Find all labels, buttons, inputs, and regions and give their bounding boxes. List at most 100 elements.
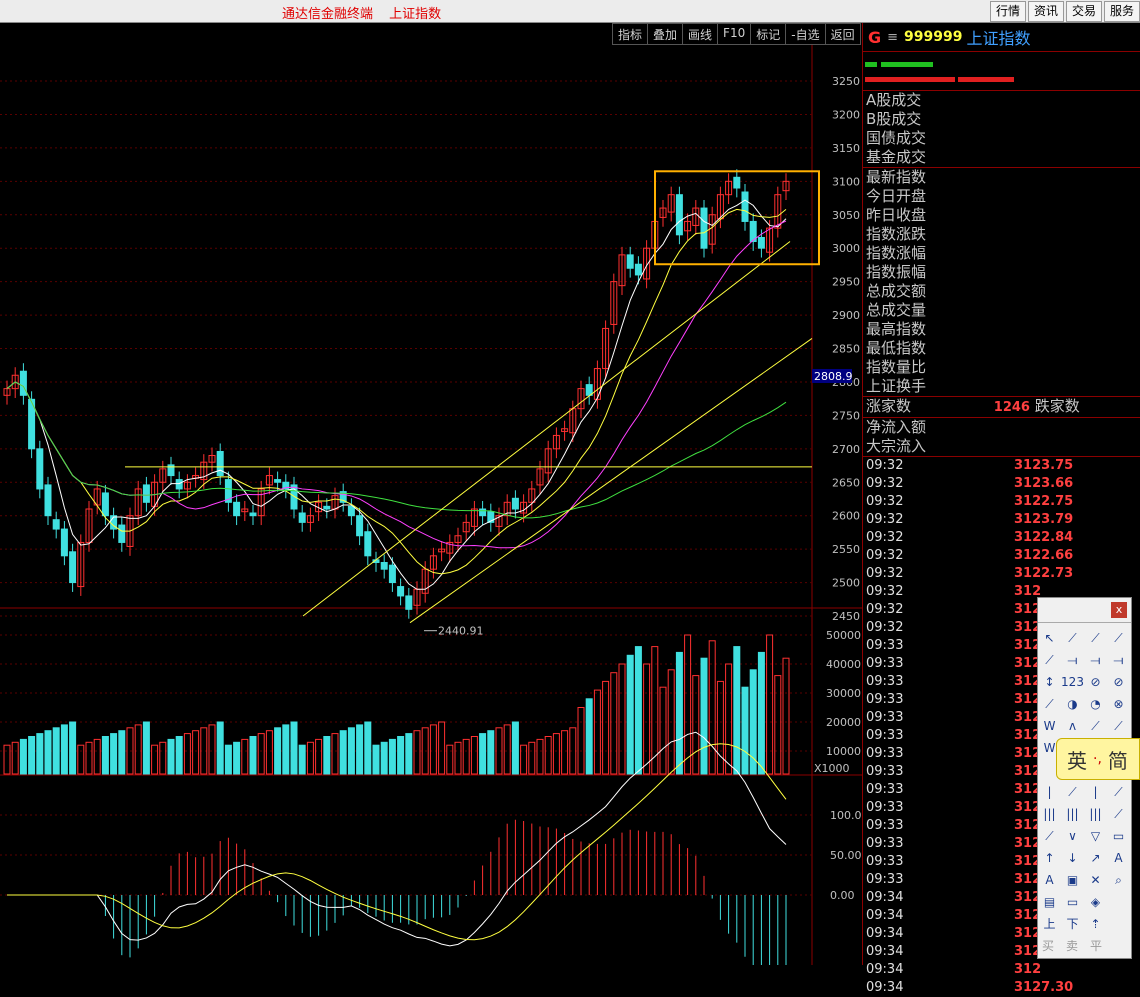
volume-bar: [380, 741, 388, 775]
draw-tool-icon[interactable]: ▭: [1061, 891, 1084, 913]
candle-body: [118, 524, 126, 543]
draw-tool-icon[interactable]: ⟋: [1038, 693, 1061, 715]
trade-tool-label[interactable]: 平: [1090, 937, 1102, 954]
draw-tool-icon[interactable]: 上: [1038, 913, 1061, 935]
toolbar-button[interactable]: F10: [717, 23, 751, 45]
draw-tool-icon[interactable]: ⟋: [1038, 825, 1061, 847]
draw-tool-icon[interactable]: A: [1107, 847, 1130, 869]
draw-tool-icon[interactable]: ⟋: [1107, 803, 1130, 825]
draw-tool-icon[interactable]: ⟋: [1084, 627, 1107, 649]
draw-tool-icon[interactable]: 123: [1061, 671, 1084, 693]
draw-tool-icon[interactable]: ↕: [1038, 671, 1061, 693]
draw-tool-icon[interactable]: A: [1038, 869, 1061, 891]
toolbar-button[interactable]: 叠加: [647, 23, 683, 45]
draw-tool-icon[interactable]: ∨: [1061, 825, 1084, 847]
volume-bar: [487, 730, 495, 775]
draw-tool-icon[interactable]: ⟋: [1107, 715, 1130, 737]
draw-tool-icon[interactable]: ⇡: [1084, 913, 1107, 935]
tick-row: 09:32 3123.75: [863, 457, 1140, 475]
draw-tool-icon[interactable]: ⊘: [1084, 671, 1107, 693]
draw-tool-icon[interactable]: ↑: [1038, 847, 1061, 869]
draw-tool-icon[interactable]: ⟋: [1061, 781, 1084, 803]
ime-punct[interactable]: ·,: [1093, 751, 1102, 767]
tick-row: 09:32 3122.66: [863, 547, 1140, 565]
ime-mode[interactable]: 简: [1108, 745, 1128, 774]
draw-tool-icon[interactable]: ⊘: [1107, 671, 1130, 693]
draw-tool-icon[interactable]: ⟋: [1038, 649, 1061, 671]
top-menu-button[interactable]: 服务: [1103, 1, 1140, 22]
draw-tool-icon[interactable]: |||: [1084, 803, 1107, 825]
draw-tool-icon[interactable]: |||: [1038, 803, 1061, 825]
draw-tool-icon[interactable]: ◔: [1084, 693, 1107, 715]
draw-tool-icon[interactable]: ◈: [1084, 891, 1107, 913]
tick-time: 09:32: [866, 458, 904, 473]
kline-chart[interactable]: 3250320031503100305030002950290028502800…: [0, 45, 862, 997]
draw-tool-icon[interactable]: ⊗: [1107, 693, 1130, 715]
top-menu-button[interactable]: 行情: [989, 1, 1026, 22]
volume-bar: [290, 721, 298, 775]
menu-icon[interactable]: ≡: [887, 30, 898, 45]
palette-bottom: 买卖平: [1042, 937, 1102, 954]
draw-tool-icon[interactable]: W: [1038, 715, 1061, 737]
volume-bar: [282, 724, 290, 775]
draw-tool-icon[interactable]: 下: [1061, 913, 1084, 935]
volume-bar: [774, 675, 782, 775]
price-tick-label: 2900: [832, 309, 860, 322]
tick-row: 09:32 3122.75: [863, 493, 1140, 511]
draw-tool-icon[interactable]: ✕: [1084, 869, 1107, 891]
price-tick-label: 2650: [832, 476, 860, 489]
tick-row: 09:32 3123.79: [863, 511, 1140, 529]
trade-tool-label[interactable]: 买: [1042, 937, 1054, 954]
toolbar-button[interactable]: 指标: [612, 23, 648, 45]
draw-tool-icon[interactable]: [1107, 891, 1130, 913]
close-icon[interactable]: x: [1111, 602, 1127, 618]
toolbar-button[interactable]: 返回: [824, 23, 861, 45]
security-name: 上证指数: [966, 29, 1031, 48]
volume-bar: [479, 733, 487, 775]
draw-tool-icon[interactable]: ʌ: [1061, 715, 1084, 737]
draw-tool-icon[interactable]: |: [1084, 781, 1107, 803]
palette-header[interactable]: x: [1038, 598, 1131, 623]
draw-tool-icon[interactable]: [1107, 913, 1130, 935]
draw-tool-icon[interactable]: ⟋: [1107, 627, 1130, 649]
stat-label: 昨日收盘: [866, 206, 927, 224]
ime-status-bar[interactable]: 英 ·, 简: [1056, 738, 1140, 780]
trade-tool-label[interactable]: 卖: [1066, 937, 1078, 954]
draw-tool-icon[interactable]: ⟞: [1084, 649, 1107, 671]
volume-bar: [766, 634, 774, 775]
draw-tool-icon[interactable]: ▭: [1107, 825, 1130, 847]
draw-tool-icon[interactable]: ↗: [1084, 847, 1107, 869]
candle-body: [249, 512, 257, 517]
draw-tool-icon[interactable]: ⟞: [1107, 649, 1130, 671]
draw-tool-icon[interactable]: |||: [1061, 803, 1084, 825]
top-menu: 行情 资讯 交易 服务: [989, 1, 1140, 22]
draw-tool-icon[interactable]: ⟞: [1061, 649, 1084, 671]
volume-bar: [167, 738, 175, 775]
draw-tool-icon[interactable]: ⟋: [1084, 715, 1107, 737]
toolbar-button[interactable]: -自选: [785, 23, 825, 45]
draw-tool-icon[interactable]: ▽: [1084, 825, 1107, 847]
top-menu-button[interactable]: 交易: [1065, 1, 1102, 22]
draw-tool-icon[interactable]: ⌕: [1107, 869, 1130, 891]
draw-tool-icon[interactable]: ⟋: [1061, 627, 1084, 649]
group-icon[interactable]: G: [868, 28, 881, 47]
low-price-label: 2440.91: [438, 625, 484, 638]
candle-body: [626, 254, 634, 269]
draw-tool-icon[interactable]: |: [1038, 781, 1061, 803]
draw-tool-icon[interactable]: ↓: [1061, 847, 1084, 869]
price-tick-label: 3250: [832, 75, 860, 88]
draw-tool-icon[interactable]: ▣: [1061, 869, 1084, 891]
ime-lang[interactable]: 英: [1067, 745, 1087, 774]
toolbar-button[interactable]: 标记: [750, 23, 786, 45]
draw-tool-icon[interactable]: ▤: [1038, 891, 1061, 913]
draw-tool-icon[interactable]: ⟋: [1107, 781, 1130, 803]
current-price-tag: 2808.9: [814, 370, 853, 383]
draw-tool-icon[interactable]: ◑: [1061, 693, 1084, 715]
draw-tool-icon[interactable]: ↖: [1038, 627, 1061, 649]
top-menu-button[interactable]: 资讯: [1027, 1, 1064, 22]
price-tick-label: 3000: [832, 242, 860, 255]
tick-time: 09:33: [866, 800, 904, 815]
toolbar-button[interactable]: 画线: [682, 23, 718, 45]
kline-chart-area[interactable]: 3250320031503100305030002950290028502800…: [0, 45, 862, 997]
tick-time: 09:32: [866, 494, 904, 509]
